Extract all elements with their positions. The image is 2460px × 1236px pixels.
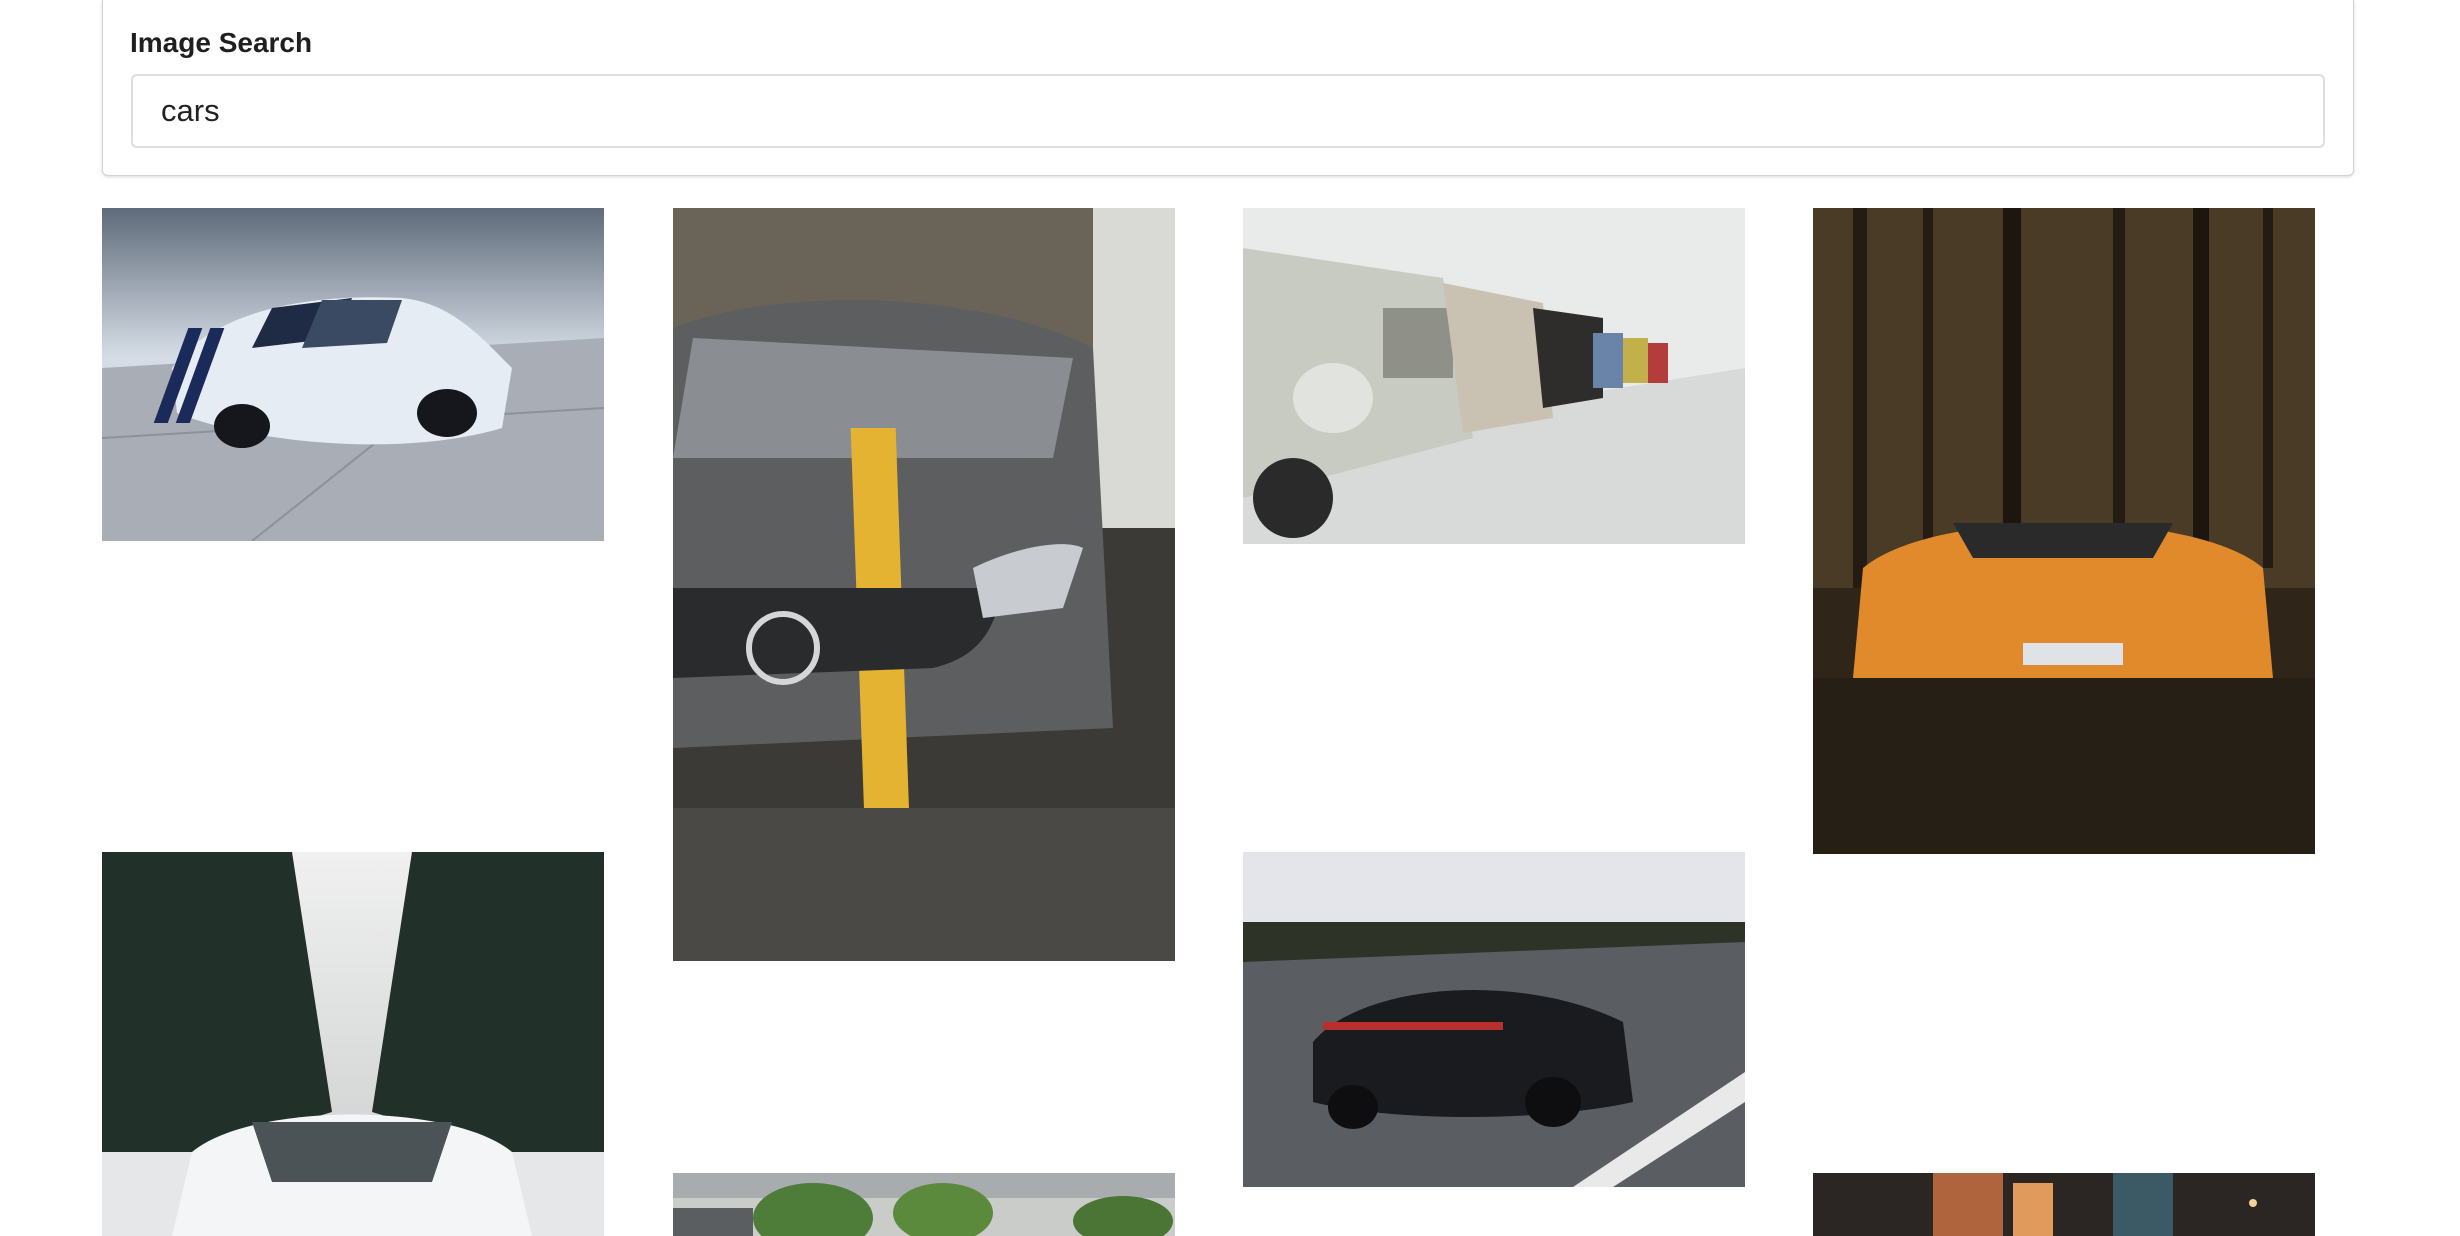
- result-image-grey-mercedes[interactable]: [673, 208, 1175, 961]
- result-image-city-night[interactable]: [1813, 1173, 2315, 1236]
- result-image-black-porsche[interactable]: [1243, 852, 1745, 1187]
- result-image-vintage-cars[interactable]: [1243, 208, 1745, 544]
- image-search-panel: Image Search: [102, 0, 2354, 176]
- result-image-white-mustang[interactable]: [102, 208, 604, 541]
- search-input[interactable]: [131, 74, 2325, 148]
- search-label: Image Search: [130, 27, 313, 58]
- result-image-white-car-forest[interactable]: [102, 852, 604, 1236]
- result-image-orange-lamborghini[interactable]: [1813, 208, 2315, 854]
- result-image-street-trees[interactable]: [673, 1173, 1175, 1236]
